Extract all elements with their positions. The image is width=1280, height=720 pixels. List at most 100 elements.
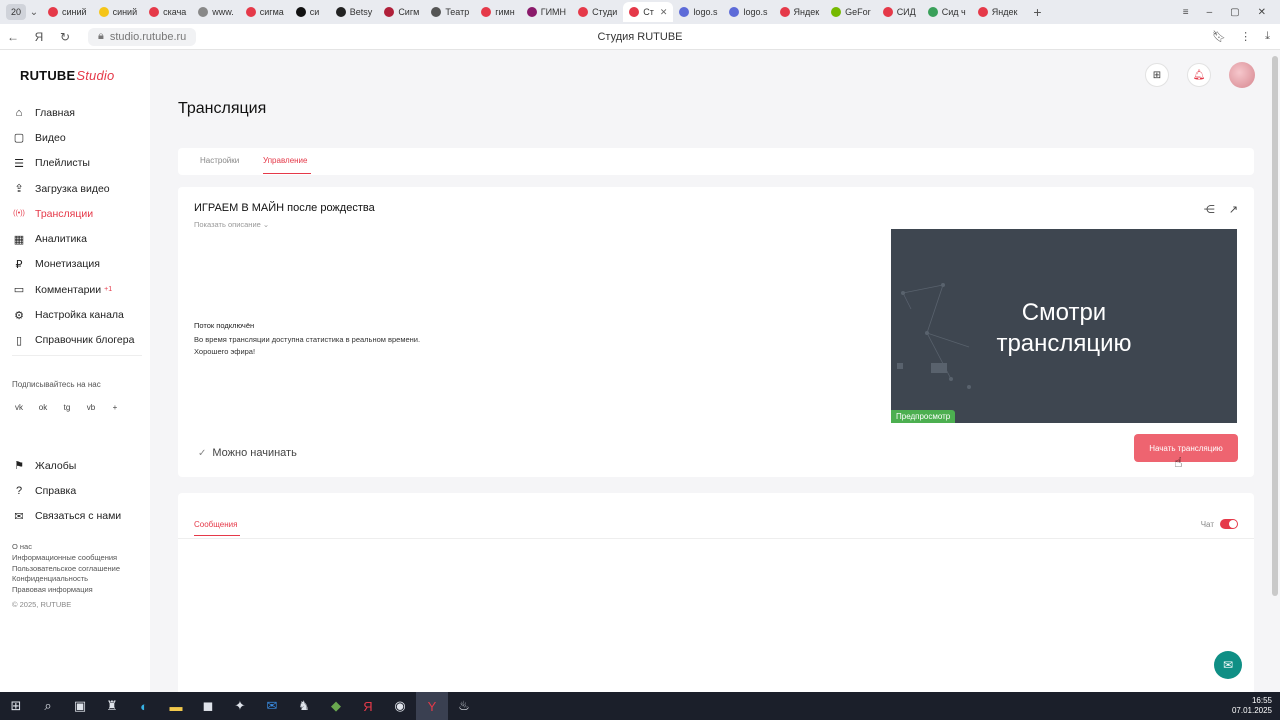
reload-icon[interactable]: ↻ bbox=[52, 30, 78, 44]
edge-icon[interactable]: ◐ bbox=[128, 692, 160, 720]
browser-tab[interactable]: Студи bbox=[572, 2, 623, 22]
url-field[interactable]: 🔒︎ studio.rutube.ru bbox=[88, 27, 197, 46]
sidebar-item[interactable]: ((•)) Трансляции bbox=[12, 201, 148, 226]
support-chat-icon[interactable]: ✉ bbox=[1214, 651, 1242, 679]
sidebar-item[interactable]: ⌂ Главная bbox=[12, 100, 148, 125]
tab-count-button[interactable]: 20 bbox=[6, 4, 26, 20]
game-icon[interactable]: ♞ bbox=[288, 692, 320, 720]
tab-management[interactable]: Управление bbox=[263, 156, 307, 165]
browser-tab[interactable]: гимн bbox=[475, 2, 520, 22]
bookmark-icon[interactable]: 🔖︎ bbox=[1212, 30, 1226, 43]
tab-messages[interactable]: Сообщения bbox=[194, 520, 237, 529]
browser-tab[interactable]: синий bbox=[93, 2, 144, 22]
add-video-icon[interactable]: ⊞ bbox=[1145, 63, 1169, 87]
avatar[interactable] bbox=[1229, 62, 1255, 88]
new-tab-icon[interactable]: + bbox=[1029, 4, 1045, 20]
back-icon[interactable]: ← bbox=[0, 30, 26, 44]
sidebar-item[interactable]: ₽ Монетизация bbox=[12, 252, 148, 277]
browser-tab[interactable]: GeFor bbox=[825, 2, 877, 22]
minecraft-icon[interactable]: ◆ bbox=[320, 692, 352, 720]
social-ok-icon[interactable]: ok bbox=[36, 400, 50, 414]
sidebar-item[interactable]: ☰ Плейлисты bbox=[12, 151, 148, 176]
preview-line-2: трансляцию bbox=[996, 330, 1132, 357]
sidebar-item[interactable]: ▢ Видео bbox=[12, 125, 148, 150]
browser-tab[interactable]: Betsy bbox=[330, 2, 379, 22]
steam-icon[interactable]: ♨ bbox=[448, 692, 480, 720]
start-menu-icon[interactable]: ⊞ bbox=[0, 692, 32, 720]
minimize-icon[interactable]: – bbox=[1207, 7, 1213, 18]
sidebar-item-label: Главная bbox=[35, 106, 75, 119]
browser-tab[interactable]: Ст ✕ bbox=[623, 2, 674, 22]
app-icon-1[interactable]: ♜ bbox=[96, 692, 128, 720]
open-external-icon[interactable]: ↗ bbox=[1229, 203, 1238, 216]
yandex-icon[interactable]: Я bbox=[352, 692, 384, 720]
app-icon-2[interactable]: ✦ bbox=[224, 692, 256, 720]
maximize-icon[interactable]: ▢ bbox=[1230, 7, 1239, 18]
tab-menu-icon[interactable]: ≡ bbox=[1183, 7, 1189, 18]
task-view-icon[interactable]: ▣ bbox=[64, 692, 96, 720]
sidebar-item[interactable]: ▭ Комментарии +1 bbox=[12, 277, 148, 302]
social-vb-icon[interactable]: vb bbox=[84, 400, 98, 414]
footer-link[interactable]: Правовая информация bbox=[12, 585, 120, 596]
sidebar-item[interactable]: ▯ Справочник блогера bbox=[12, 328, 148, 353]
folder-icon[interactable]: ▬ bbox=[160, 692, 192, 720]
preview-line-1: Смотри bbox=[1021, 299, 1107, 326]
download-icon[interactable]: ⤓ bbox=[1265, 30, 1270, 43]
yandex-browser-icon[interactable]: Y bbox=[416, 692, 448, 720]
mail-icon[interactable]: ✉ bbox=[256, 692, 288, 720]
notifications-bell-icon[interactable]: 🔔︎ bbox=[1187, 63, 1211, 87]
show-description-link[interactable]: Показать описание ⌄ bbox=[194, 220, 269, 229]
browser-tab[interactable]: Театр bbox=[425, 2, 475, 22]
footer-link[interactable]: О нас bbox=[12, 542, 120, 553]
footer-link[interactable]: Информационные сообщения bbox=[12, 553, 120, 564]
comments-badge: +1 bbox=[104, 286, 113, 294]
obs-icon[interactable]: ◉ bbox=[384, 692, 416, 720]
sidebar-item-label: Загрузка видео bbox=[35, 182, 110, 195]
system-clock[interactable]: 16:55 07.01.2025 bbox=[1232, 696, 1280, 716]
close-window-icon[interactable]: ✕ bbox=[1258, 7, 1266, 18]
social-tg-icon[interactable]: tg bbox=[60, 400, 74, 414]
start-stream-button[interactable]: Начать трансляцию bbox=[1134, 434, 1238, 462]
browser-tab[interactable]: Яндек bbox=[774, 2, 826, 22]
copyright-text: © 2025, RUTUBE bbox=[12, 599, 72, 609]
sidebar-item[interactable]: ⚙ Настройка канала bbox=[12, 302, 148, 327]
browser-tab[interactable]: Сигм bbox=[378, 2, 425, 22]
store-icon[interactable]: ◼ bbox=[192, 692, 224, 720]
browser-tab[interactable]: скача bbox=[143, 2, 192, 22]
yandex-home-icon[interactable]: Я bbox=[26, 30, 52, 44]
browser-tab[interactable]: www. bbox=[192, 2, 240, 22]
menu-dots-icon[interactable]: ⋮ bbox=[1240, 30, 1251, 43]
sidebar-item[interactable]: ? Справка bbox=[12, 478, 148, 503]
tab-list-chevron-icon[interactable]: ⌄ bbox=[26, 7, 42, 18]
close-tab-icon[interactable]: ✕ bbox=[660, 7, 668, 18]
search-icon[interactable]: ⌕ bbox=[32, 692, 64, 720]
browser-tab[interactable]: ГИМН bbox=[521, 2, 572, 22]
browser-tab[interactable]: logo.s bbox=[673, 2, 723, 22]
sidebar-item[interactable]: ✉ Связаться с нами bbox=[12, 504, 148, 529]
social-vk-icon[interactable]: vk bbox=[12, 400, 26, 414]
browser-tab[interactable]: сигма bbox=[240, 2, 290, 22]
sidebar-item[interactable]: ⇪ Загрузка видео bbox=[12, 176, 148, 201]
page-scrollbar[interactable] bbox=[1272, 56, 1278, 596]
sidebar-item[interactable]: ▦ Аналитика bbox=[12, 226, 148, 251]
footer-link[interactable]: Конфиденциальность bbox=[12, 574, 120, 585]
chat-toggle[interactable] bbox=[1220, 519, 1238, 529]
browser-tab[interactable]: СИД bbox=[877, 2, 922, 22]
rutube-studio-logo[interactable]: RUTUBEStudio bbox=[20, 68, 114, 83]
browser-tab[interactable]: logo.s bbox=[723, 2, 773, 22]
header-actions: ⊞ 🔔︎ bbox=[1145, 62, 1255, 88]
tab-label: Сид ч bbox=[941, 7, 966, 17]
social-+-icon[interactable]: + bbox=[108, 400, 122, 414]
sidebar-item[interactable]: ⚑ Жалобы bbox=[12, 453, 148, 478]
tab-favicon-icon bbox=[295, 7, 306, 17]
footer-link[interactable]: Пользовательское соглашение bbox=[12, 564, 120, 575]
browser-tab[interactable]: синий bbox=[42, 2, 93, 22]
sidebar: RUTUBEStudio ⌂ Главная ▢ Видео ☰ Плейлисты ⇪ За… bbox=[0, 50, 150, 692]
browser-tab[interactable]: Сид ч bbox=[922, 2, 972, 22]
stream-title: ИГРАЕМ В МАЙН после рождества bbox=[194, 202, 375, 214]
share-icon[interactable]: ⋲ bbox=[1204, 203, 1215, 216]
browser-tab[interactable]: Яндек bbox=[972, 2, 1024, 22]
stream-preview[interactable]: Смотри трансляцию Предпросмотр bbox=[891, 229, 1237, 423]
browser-tab[interactable]: си bbox=[290, 2, 330, 22]
tab-settings[interactable]: Настройки bbox=[200, 156, 239, 165]
